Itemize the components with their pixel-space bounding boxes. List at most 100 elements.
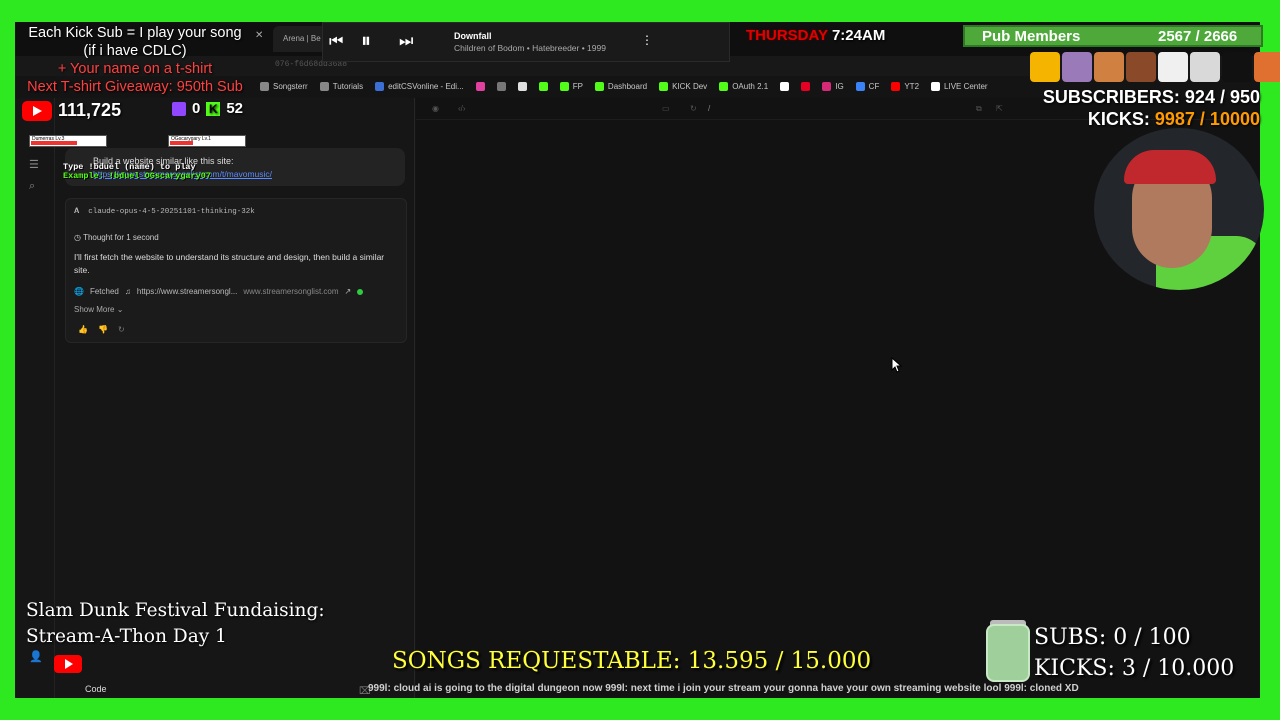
show-more-button[interactable]: Show More ⌄ <box>74 305 123 314</box>
kick-sub-line-4: Next T-shirt Giveaway: 950th Sub <box>27 79 243 95</box>
external-link-icon[interactable]: ↗ <box>345 287 352 296</box>
tshirt-icon <box>1222 52 1252 82</box>
pub-members-banner: Pub Members 2567 / 2666 <box>963 25 1263 47</box>
bookmark-item[interactable] <box>496 81 506 91</box>
kicks-goal: KICKS: 3 / 10.000 <box>1034 656 1235 681</box>
bookmark-label: CF <box>868 81 880 91</box>
twitch-icon <box>172 101 186 116</box>
bookmark-label: LIVE Center <box>944 81 988 91</box>
bookmark-item[interactable]: Songsterr <box>260 81 308 91</box>
fundraiser-line-1: Slam Dunk Festival Fundaising: <box>26 600 325 621</box>
bookmark-label: IG <box>835 81 844 91</box>
bookmark-item[interactable]: Tutorials <box>319 81 363 91</box>
model-name: claude-opus-4-5-20251101-thinking-32k <box>88 208 255 216</box>
instagram-icon <box>822 81 832 91</box>
twitch-count: 0 <box>192 100 201 117</box>
csv-icon <box>375 81 385 91</box>
chrome-icon <box>517 81 527 91</box>
tshirt-icon <box>1062 52 1092 82</box>
bookmark-label: Songsterr <box>273 81 308 91</box>
fetched-label: Fetched <box>89 287 119 296</box>
eye-icon[interactable]: ◉ <box>432 104 439 113</box>
twitch-kick-counts: 0 K 52 <box>172 100 243 117</box>
user-icon[interactable]: 👤 <box>29 650 43 663</box>
thumbs-up-icon[interactable]: 👍 <box>78 325 88 334</box>
cf-icon <box>855 81 865 91</box>
pinterest-icon <box>801 81 811 91</box>
search-icon[interactable]: ⌕ <box>29 180 41 192</box>
duel-line-2: Example: !bduel OGscarygary07 <box>63 171 211 181</box>
kick-count: 52 <box>226 100 244 117</box>
subscribers-value: 924 / 950 <box>1184 87 1260 107</box>
reload-icon[interactable]: ↻ <box>690 104 697 113</box>
folder-icon <box>319 81 329 91</box>
bookmark-item[interactable] <box>517 81 527 91</box>
pub-label: Pub Members <box>982 28 1081 45</box>
code-icon[interactable]: ‹/› <box>458 104 466 113</box>
bookmark-item[interactable] <box>538 81 548 91</box>
tiktok-icon <box>931 81 941 91</box>
tshirt-icon <box>1254 52 1280 82</box>
bookmark-item[interactable] <box>780 81 790 91</box>
thumbs-down-icon[interactable]: 👎 <box>98 325 108 334</box>
bookmark-item[interactable] <box>475 81 485 91</box>
response-actions: 👍 👎 ↻ <box>78 325 125 334</box>
kicks-label: KICKS: <box>1087 109 1150 129</box>
bookmark-item[interactable]: LIVE Center <box>931 81 988 91</box>
subscribers-label: SUBSCRIBERS: <box>1042 87 1180 107</box>
show-more-label: Show More <box>74 305 115 314</box>
kick-icon: K <box>206 101 221 116</box>
bookmark-item[interactable]: FP <box>559 81 583 91</box>
bookmark-item[interactable]: KICK Dev <box>659 81 708 91</box>
bookmark-item[interactable]: IG <box>822 81 844 91</box>
list-icon[interactable]: ☰ <box>29 158 41 171</box>
pub-count: 2567 / 2666 <box>1158 28 1238 45</box>
more-options-icon[interactable]: ⋮ <box>641 33 653 47</box>
code-button[interactable]: Code <box>85 684 107 694</box>
copy-icon[interactable]: ⧉ <box>976 104 982 114</box>
shield-icon <box>496 81 506 91</box>
kick-icon <box>559 81 569 91</box>
songs-requestable: SONGS REQUESTABLE: 13.595 / 15.000 <box>392 648 872 674</box>
fundraiser-banner: Slam Dunk Festival Fundaising: Stream-A-… <box>26 598 325 650</box>
youtube-subscriber-count: 111,725 <box>22 100 121 121</box>
clock-icon: ◷ <box>74 233 81 242</box>
bookmark-label: FP <box>572 81 583 91</box>
bookmark-label: KICK Dev <box>672 81 708 91</box>
bookmark-item[interactable] <box>801 81 811 91</box>
device-icon[interactable]: ▭ <box>662 104 670 113</box>
refresh-icon[interactable]: ↻ <box>118 325 125 334</box>
next-track-icon[interactable]: ⏭ <box>399 33 413 51</box>
close-tab-icon[interactable]: ✕ <box>255 30 263 41</box>
kick-icon <box>594 81 604 91</box>
song-title: Downfall <box>454 31 492 41</box>
bookmarks-bar: Songsterr Tutorials editCSVonline - Edi...… <box>260 76 988 96</box>
tshirt-icon <box>1094 52 1124 82</box>
previous-track-icon[interactable]: ⏮ <box>329 33 343 51</box>
bookmark-item[interactable]: editCSVonline - Edi... <box>375 81 464 91</box>
page-icon <box>260 81 269 91</box>
fetched-row[interactable]: 🌐 Fetched ♫ https://www.streamersongl...… <box>74 287 364 296</box>
bookmark-item[interactable]: OAuth 2.1 <box>719 81 768 91</box>
clock-time: 7:24AM <box>831 27 886 44</box>
date-time: THURSDAY 7:24AM <box>746 27 885 44</box>
tshirt-row <box>1030 52 1280 82</box>
tiktok-icon <box>780 81 790 91</box>
pause-icon[interactable]: ⏸ <box>361 30 371 53</box>
answer-text: I'll first fetch the website to understa… <box>74 252 385 276</box>
globe-icon: 🌐 <box>74 287 84 296</box>
fetched-domain: www.streamersonglist.com <box>243 287 339 296</box>
duel-player-2-bar: OGscarygary Lv.1 <box>168 135 246 147</box>
mouse-cursor-icon <box>891 357 903 373</box>
weekday: THURSDAY <box>746 27 828 44</box>
open-external-icon[interactable]: ⇱ <box>996 104 1003 113</box>
bookmark-item[interactable]: Dashboard <box>594 81 647 91</box>
bookmark-item[interactable]: CF <box>855 81 880 91</box>
bookmark-item[interactable]: YT2 <box>891 81 919 91</box>
thought-row[interactable]: ◷ Thought for 1 second <box>74 233 159 242</box>
kicks-value: 9987 / 10000 <box>1154 109 1260 129</box>
fetched-url: https://www.streamersongl... <box>136 287 238 296</box>
tshirt-icon <box>1158 52 1188 82</box>
preview-path[interactable]: / <box>708 104 710 113</box>
youtube-count: 111,725 <box>58 100 122 120</box>
